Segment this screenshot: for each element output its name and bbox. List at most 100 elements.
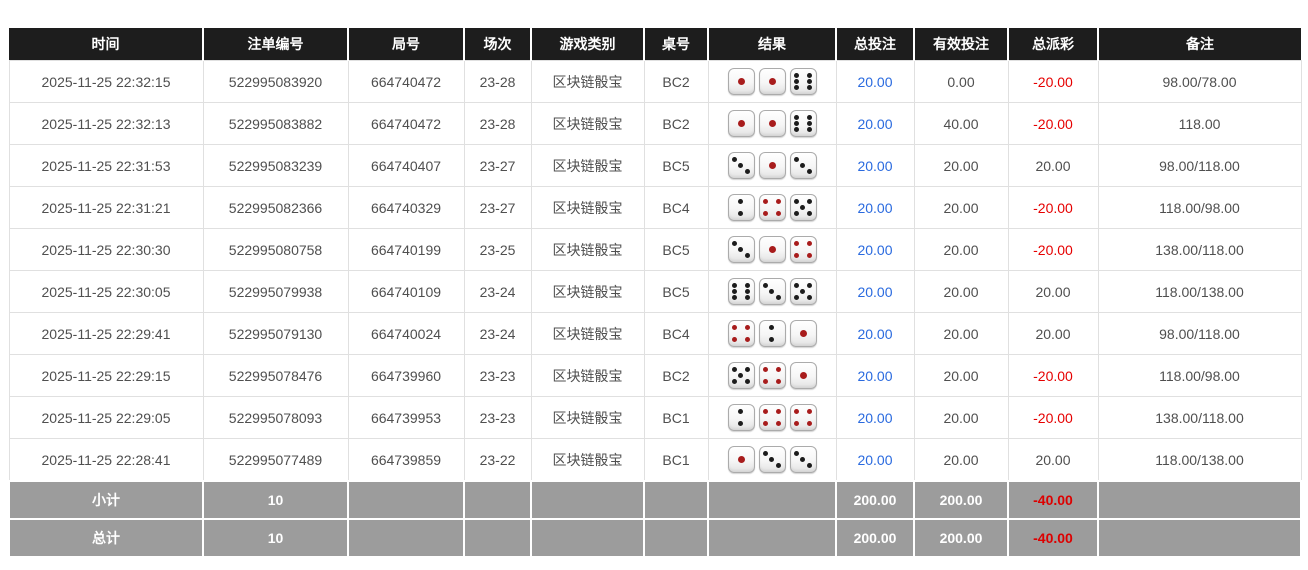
col-header-payout: 总派彩	[1007, 28, 1099, 61]
die-pip	[806, 211, 812, 217]
die-face-1	[758, 68, 786, 95]
cell-total-bet[interactable]: 20.00	[835, 270, 915, 313]
cell-table-no: BC5	[643, 270, 709, 313]
cell-time: 2025-11-25 22:29:41	[8, 312, 204, 355]
die-pip	[806, 282, 812, 288]
cell-round-id: 664740472	[347, 60, 465, 103]
summary-label: 小计	[8, 480, 204, 520]
cell-valid-bet: 20.00	[913, 354, 1009, 397]
cell-game-type: 区块链骰宝	[530, 186, 645, 229]
die-pip	[799, 330, 807, 337]
summary-count: 10	[202, 518, 349, 558]
cell-dice-result	[707, 396, 837, 439]
die-face-3	[789, 446, 817, 473]
die-pip	[806, 295, 812, 301]
cell-valid-bet: 0.00	[913, 60, 1009, 103]
die-pip	[763, 211, 769, 217]
col-header-valid-bet: 有效投注	[913, 28, 1009, 61]
die-pip	[763, 282, 769, 288]
cell-bet-id: 522995079130	[202, 312, 349, 355]
die-pip	[744, 366, 750, 372]
cell-total-bet[interactable]: 20.00	[835, 144, 915, 187]
cell-dice-result	[707, 228, 837, 271]
summary-row: 总计 10 200.00 200.00 -40.00	[8, 518, 1302, 558]
die-pip	[732, 240, 738, 246]
table-row: 2025-11-25 22:31:53 522995083239 6647404…	[8, 144, 1302, 187]
cell-session: 23-24	[463, 312, 532, 355]
cell-round-id: 664740109	[347, 270, 465, 313]
die-pip	[744, 295, 750, 301]
cell-total-bet[interactable]: 20.00	[835, 312, 915, 355]
table-row: 2025-11-25 22:31:21 522995082366 6647403…	[8, 186, 1302, 229]
cell-dice-result	[707, 438, 837, 482]
cell-time: 2025-11-25 22:31:53	[8, 144, 204, 187]
bet-records-table: 时间 注单编号 局号 场次 游戏类别 桌号 结果 总投注 有效投注 总派彩 备注…	[8, 28, 1302, 558]
die-pip	[806, 421, 812, 427]
cell-bet-id: 522995083239	[202, 144, 349, 187]
cell-payout: 20.00	[1007, 312, 1099, 355]
die-pip	[806, 78, 812, 84]
cell-payout: -20.00	[1007, 354, 1099, 397]
cell-bet-id: 522995082366	[202, 186, 349, 229]
die-face-5	[789, 194, 817, 221]
cell-round-id: 664740199	[347, 228, 465, 271]
cell-total-bet[interactable]: 20.00	[835, 102, 915, 145]
cell-table-no: BC2	[643, 102, 709, 145]
die-face-6	[789, 68, 817, 95]
die-face-2	[727, 404, 755, 431]
die-face-6	[789, 110, 817, 137]
die-face-3	[727, 236, 755, 263]
die-pip	[799, 372, 807, 379]
die-pip	[738, 198, 744, 204]
cell-round-id: 664740407	[347, 144, 465, 187]
summary-row: 小计 10 200.00 200.00 -40.00	[8, 480, 1302, 520]
cell-round-id: 664739953	[347, 396, 465, 439]
die-pip	[769, 456, 775, 462]
cell-total-bet[interactable]: 20.00	[835, 186, 915, 229]
die-pip	[732, 366, 738, 372]
die-face-4	[758, 362, 786, 389]
die-pip	[763, 421, 769, 427]
col-header-remark: 备注	[1097, 28, 1301, 61]
cell-bet-id: 522995079938	[202, 270, 349, 313]
die-face-3	[758, 446, 786, 473]
die-pip	[769, 337, 775, 343]
die-pip	[737, 456, 745, 463]
die-pip	[769, 288, 775, 294]
cell-dice-result	[707, 144, 837, 187]
die-pip	[775, 366, 781, 372]
die-pip	[794, 72, 800, 78]
cell-session: 23-28	[463, 60, 532, 103]
die-pip	[768, 162, 776, 169]
die-face-2	[758, 320, 786, 347]
die-pip	[732, 282, 738, 288]
table-header-row: 时间 注单编号 局号 场次 游戏类别 桌号 结果 总投注 有效投注 总派彩 备注	[9, 28, 1301, 61]
die-pip	[794, 240, 800, 246]
die-pip	[806, 169, 812, 175]
cell-total-bet[interactable]: 20.00	[835, 396, 915, 439]
cell-payout: 20.00	[1007, 438, 1099, 482]
summary-payout: -40.00	[1007, 480, 1099, 520]
die-pip	[794, 408, 800, 414]
col-header-session: 场次	[463, 28, 532, 61]
die-face-4	[758, 404, 786, 431]
cell-game-type: 区块链骰宝	[530, 102, 645, 145]
table-row: 2025-11-25 22:29:15 522995078476 6647399…	[8, 354, 1302, 397]
die-pip	[744, 169, 750, 175]
cell-bet-id: 522995083920	[202, 60, 349, 103]
cell-dice-result	[707, 102, 837, 145]
die-pip	[775, 408, 781, 414]
cell-total-bet[interactable]: 20.00	[835, 354, 915, 397]
cell-total-bet[interactable]: 20.00	[835, 438, 915, 482]
die-pip	[794, 421, 800, 427]
col-header-bet-id: 注单编号	[202, 28, 349, 61]
cell-time: 2025-11-25 22:32:15	[8, 60, 204, 103]
cell-total-bet[interactable]: 20.00	[835, 228, 915, 271]
cell-payout: -20.00	[1007, 60, 1099, 103]
cell-remark: 118.00/138.00	[1097, 270, 1302, 313]
summary-count: 10	[202, 480, 349, 520]
die-pip	[744, 282, 750, 288]
cell-dice-result	[707, 60, 837, 103]
cell-table-no: BC5	[643, 144, 709, 187]
cell-total-bet[interactable]: 20.00	[835, 60, 915, 103]
